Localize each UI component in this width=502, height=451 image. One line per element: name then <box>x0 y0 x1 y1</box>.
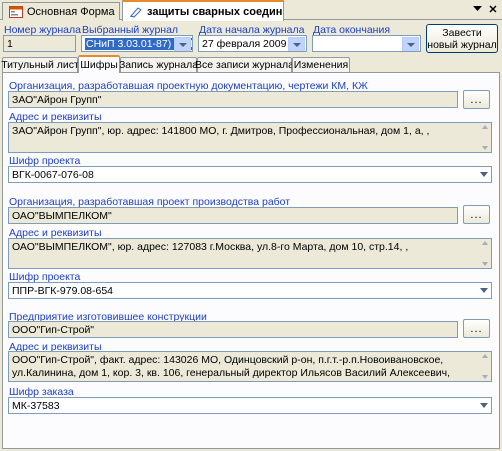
tab-all-entries[interactable]: Все записи журнала <box>195 57 294 72</box>
chevron-down-icon[interactable] <box>402 37 419 51</box>
ppr-address-memo[interactable]: ОАО"ВЫМПЕЛКОМ", юр. адрес: 127083 г.Моск… <box>8 238 492 269</box>
doc-tab-label: Основная Форма <box>27 5 115 18</box>
form-icon <box>9 5 23 18</box>
memo-scrollbar[interactable] <box>478 352 491 381</box>
chevron-down-icon[interactable] <box>480 288 488 293</box>
doc-tab-welding-journal[interactable]: защиты сварных соединени <box>122 0 284 21</box>
tab-journal-entry[interactable]: Запись журнала <box>119 57 198 72</box>
ppr-org-value: ОАО"ВЫМПЕЛКОМ" <box>12 209 112 222</box>
journal-number-value: 1 <box>7 37 13 50</box>
ppr-org-browse-button[interactable]: ... <box>463 205 490 224</box>
ppr-org-field[interactable]: ОАО"ВЫМПЕЛКОМ" <box>8 207 458 224</box>
doc-tab-main-form[interactable]: Основная Форма <box>2 2 120 20</box>
close-icon[interactable]: ✕ <box>486 2 500 16</box>
chevron-down-icon[interactable] <box>174 37 191 51</box>
journal-number-field[interactable]: 1 <box>3 35 76 52</box>
ppr-code-value: ППР-ВГК-979.08-654 <box>12 284 114 297</box>
chevron-down-icon[interactable] <box>480 403 488 408</box>
start-date-picker[interactable]: 27 февраля 2009 <box>198 35 307 52</box>
manufacturer-browse-button[interactable]: ... <box>463 319 490 338</box>
tab-codes[interactable]: Шифры <box>78 55 120 73</box>
ppr-address-value: ОАО"ВЫМПЕЛКОМ", юр. адрес: 127083 г.Моск… <box>12 241 409 253</box>
new-journal-button[interactable]: Завести новый журнал <box>426 24 498 53</box>
design-code-value: ВГК-0067-076-08 <box>12 168 94 181</box>
design-code-combo[interactable]: ВГК-0067-076-08 <box>8 166 492 183</box>
design-org-value: ЗАО"Айрон Групп" <box>12 93 102 106</box>
journal-icon <box>129 6 143 18</box>
order-code-combo[interactable]: МК-37583 <box>8 397 492 414</box>
manufacturer-value: ООО"Гип-Строй" <box>12 323 95 336</box>
design-address-memo[interactable]: ЗАО"Айрон Групп", юр. адрес: 141800 МО, … <box>8 122 492 153</box>
tab-list-dropdown-icon[interactable] <box>470 2 484 16</box>
memo-scrollbar[interactable] <box>478 123 491 152</box>
manufacturer-field[interactable]: ООО"Гип-Строй" <box>8 321 458 338</box>
ppr-code-combo[interactable]: ППР-ВГК-979.08-654 <box>8 282 492 299</box>
design-org-field[interactable]: ЗАО"Айрон Групп" <box>8 91 458 108</box>
design-address-value: ЗАО"Айрон Групп", юр. адрес: 141800 МО, … <box>12 125 430 137</box>
manufacturer-address-memo[interactable]: ООО"Гип-Строй", факт. адрес: 143026 МО, … <box>8 351 492 382</box>
order-code-value: МК-37583 <box>12 399 60 412</box>
chevron-down-icon[interactable] <box>480 172 488 177</box>
chevron-down-icon[interactable] <box>288 37 305 51</box>
start-date-value: 27 февраля 2009 <box>202 37 287 50</box>
manufacturer-address-value: ООО"Гип-Строй", факт. адрес: 143026 МО, … <box>12 354 451 381</box>
end-date-picker[interactable] <box>312 35 421 52</box>
design-org-browse-button[interactable]: ... <box>463 90 490 109</box>
tab-changes[interactable]: Изменения <box>292 57 350 72</box>
tab-title-page[interactable]: Титульный лист <box>1 57 79 72</box>
memo-scrollbar[interactable] <box>478 239 491 268</box>
doc-tab-label: защиты сварных соединени <box>147 5 283 18</box>
selected-journal-combo[interactable]: СНиП 3.03.01-87) № 1 <box>81 35 193 52</box>
